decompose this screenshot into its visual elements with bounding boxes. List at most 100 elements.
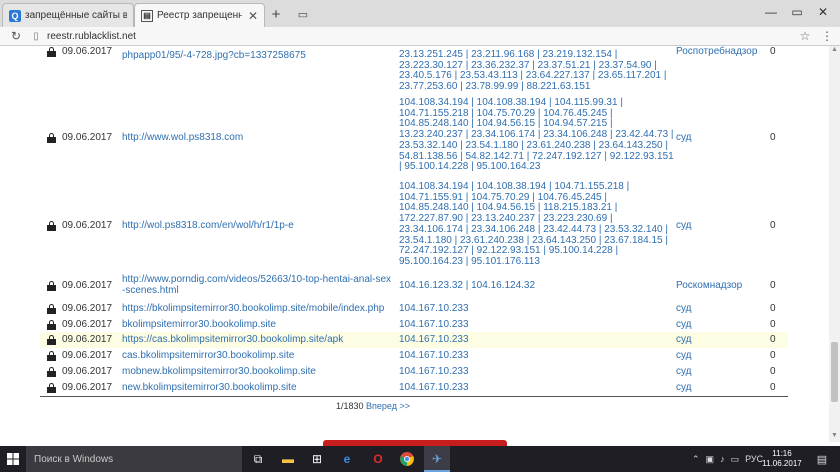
table-row: 09.06.2017 http://wol.ps8318.com/en/wol/…: [40, 180, 788, 272]
row-url-link[interactable]: mobnew.bkolimpsitemirror30.bookolimp.sit…: [122, 366, 394, 378]
row-url-link[interactable]: https://cas.bkolimpsitemirror30.bookolim…: [122, 334, 394, 346]
search-favicon-icon: Q: [9, 9, 21, 22]
table-row-highlighted: 09.06.2017 https://cas.bkolimpsitemirror…: [40, 332, 788, 348]
table-row: 09.06.2017 new.bkolimpsitemirror30.booko…: [40, 380, 788, 396]
row-authority[interactable]: суд: [676, 220, 692, 232]
clock-time: 11:16: [772, 449, 792, 458]
notifications-icon[interactable]: ▤: [812, 449, 832, 469]
scroll-thumb[interactable]: [831, 342, 838, 402]
row-count: 0: [770, 220, 776, 231]
volume-icon[interactable]: ♪: [720, 454, 725, 464]
reload-icon[interactable]: ↻: [7, 29, 25, 43]
close-tab-icon[interactable]: ✕: [248, 9, 258, 23]
row-count: 0: [770, 280, 776, 291]
tab-strip: Q запрещённые сайты в россии ▤ Реестр за…: [0, 0, 840, 27]
row-url-link[interactable]: cas.bkolimpsitemirror30.bookolimp.site: [122, 350, 394, 362]
row-ip-list[interactable]: 104.167.10.233: [399, 366, 675, 378]
scroll-up-arrow-icon[interactable]: ▲: [829, 46, 840, 56]
page-scrollbar[interactable]: ▲ ▼: [829, 46, 840, 442]
lock-icon: [47, 367, 56, 377]
row-url-link[interactable]: bkolimpsitemirror30.bookolimp.site: [122, 319, 394, 331]
bookmark-star-icon[interactable]: ☆: [798, 29, 812, 43]
lock-icon: [47, 133, 56, 143]
lock-icon: [47, 304, 56, 314]
address-bar[interactable]: reestr.rublacklist.net: [47, 31, 798, 42]
network-icon[interactable]: ▣: [706, 454, 715, 465]
row-ip-list[interactable]: 104.167.10.233: [399, 334, 675, 346]
row-url-link[interactable]: http://www.porndig.com/videos/52663/10-t…: [122, 274, 394, 296]
address-toolbar: ↻ ▯ reestr.rublacklist.net ☆ ⋮: [0, 27, 840, 46]
row-url-link[interactable]: new.bkolimpsitemirror30.bookolimp.site: [122, 382, 394, 394]
minimize-button[interactable]: —: [758, 0, 784, 24]
row-ip-list[interactable]: 104.167.10.233: [399, 350, 675, 362]
page-favicon-icon: ▤: [141, 9, 153, 22]
row-ip-list[interactable]: 23.13.251.245 | 23.211.96.168 | 23.219.1…: [399, 49, 675, 93]
row-ip-list[interactable]: 104.167.10.233: [399, 319, 675, 331]
row-authority[interactable]: суд: [676, 132, 692, 144]
clock-date: 11.06.2017: [762, 459, 802, 468]
row-authority[interactable]: суд: [676, 303, 692, 315]
page-info-icon[interactable]: ▯: [29, 31, 43, 42]
row-count: 0: [770, 382, 776, 393]
battery-icon[interactable]: ▭: [731, 454, 740, 465]
lock-icon: [47, 281, 56, 291]
row-ip-list[interactable]: 104.167.10.233: [399, 303, 675, 315]
maximize-button[interactable]: ▭: [784, 0, 810, 24]
system-clock[interactable]: 11:16 11.06.2017: [752, 449, 812, 469]
table-row: 09.06.2017 https://bkolimpsitemirror30.b…: [40, 301, 788, 317]
row-ip-list[interactable]: 104.108.34.194 | 104.108.38.194 | 104.71…: [399, 181, 675, 268]
row-count: 0: [770, 319, 776, 330]
row-date: 09.06.2017: [62, 303, 113, 314]
new-tab-button[interactable]: +: [267, 5, 285, 23]
row-date: 09.06.2017: [62, 319, 113, 330]
close-window-button[interactable]: ✕: [810, 0, 836, 24]
lock-icon: [47, 335, 56, 345]
row-count: 0: [770, 366, 776, 377]
row-authority[interactable]: суд: [676, 334, 692, 346]
table-row: 09.06.2017 http://www.wol.ps8318.com 104…: [40, 97, 788, 180]
browser-menu-icon[interactable]: ⋮: [820, 29, 834, 43]
row-ip-list[interactable]: 104.16.123.32 | 104.16.124.32: [399, 280, 675, 292]
row-date: 09.06.2017: [62, 280, 113, 291]
row-count: 0: [770, 334, 776, 345]
row-authority[interactable]: суд: [676, 319, 692, 331]
opera-icon[interactable]: O: [368, 449, 388, 469]
row-authority[interactable]: суд: [676, 366, 692, 378]
active-app-icon[interactable]: ✈: [427, 449, 447, 469]
store-icon[interactable]: ⊞: [307, 449, 327, 469]
row-date: 09.06.2017: [62, 132, 113, 143]
tab-search[interactable]: Q запрещённые сайты в россии: [2, 3, 134, 27]
tab-title: Реестр запрещенных сайтов: [157, 10, 242, 21]
task-view-icon[interactable]: ⧉: [248, 449, 268, 469]
file-explorer-icon[interactable]: ▬: [278, 449, 298, 469]
row-authority[interactable]: Роспотребнадзор: [676, 46, 757, 58]
pagination: 1/1830 Вперед >>: [336, 401, 410, 411]
tray-arrow-icon[interactable]: ⌃: [692, 454, 700, 465]
chrome-icon[interactable]: [397, 449, 417, 469]
taskbar-search-input[interactable]: Поиск в Windows: [26, 446, 242, 472]
row-count: 0: [770, 132, 776, 143]
row-date: 09.06.2017: [62, 334, 113, 345]
next-page-link[interactable]: Вперед >>: [366, 401, 410, 411]
row-ip-list[interactable]: 104.167.10.233: [399, 382, 675, 394]
tab-registry[interactable]: ▤ Реестр запрещенных сайтов ✕: [134, 3, 265, 27]
table-row: 09.06.2017 http://www.porndig.com/videos…: [40, 274, 788, 298]
row-authority[interactable]: Роскомнадзор: [676, 280, 742, 292]
row-url-link[interactable]: http://www.wol.ps8318.com: [122, 132, 394, 144]
row-date: 09.06.2017: [62, 382, 113, 393]
tab-menu-icon[interactable]: ▭: [294, 5, 312, 23]
row-url-link[interactable]: https://bkolimpsitemirror30.bookolimp.si…: [122, 303, 394, 315]
row-url-link[interactable]: http://wol.ps8318.com/en/wol/h/r1/1p-e: [122, 220, 394, 232]
table-row: 09.06.2017 mobnew.bkolimpsitemirror30.bo…: [40, 364, 788, 380]
scroll-down-arrow-icon[interactable]: ▼: [829, 432, 840, 442]
edge-icon[interactable]: e: [337, 449, 357, 469]
row-authority[interactable]: суд: [676, 382, 692, 394]
start-button[interactable]: [0, 446, 26, 472]
page-content: 09.06.2017 phpapp01/95/-4-728.jpg?cb=133…: [0, 46, 829, 442]
row-date: 09.06.2017: [62, 46, 113, 57]
table-row: 09.06.2017 bkolimpsitemirror30.bookolimp…: [40, 317, 788, 333]
row-authority[interactable]: суд: [676, 350, 692, 362]
row-ip-list[interactable]: 104.108.34.194 | 104.108.38.194 | 104.11…: [399, 97, 675, 173]
row-url-link[interactable]: phpapp01/95/-4-728.jpg?cb=1337258675: [122, 50, 394, 62]
windows-logo-icon: [7, 453, 19, 465]
